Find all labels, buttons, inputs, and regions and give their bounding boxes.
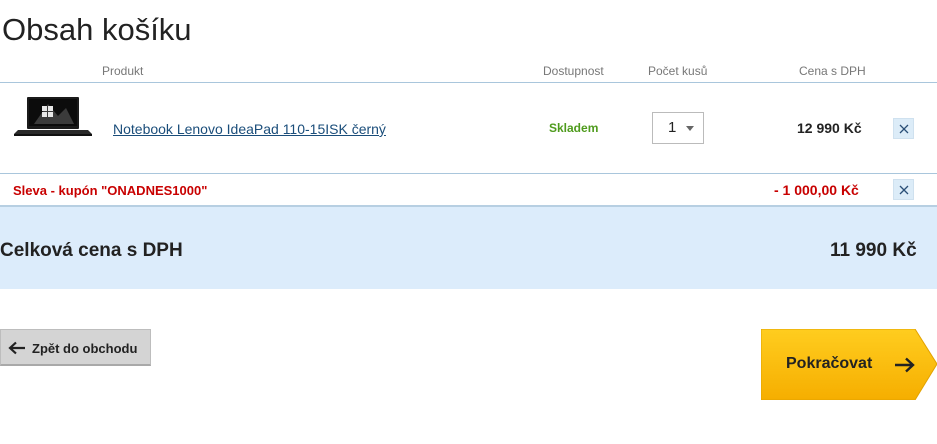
availability-status: Skladem	[549, 121, 599, 135]
back-button-label: Zpět do obchodu	[32, 341, 138, 356]
remove-item-button[interactable]	[893, 118, 914, 139]
back-to-shop-button[interactable]: Zpět do obchodu	[0, 329, 151, 366]
header-quantity: Počet kusů	[648, 64, 708, 78]
chevron-down-icon	[686, 126, 694, 131]
product-thumbnail[interactable]	[14, 96, 92, 136]
quantity-value: 1	[668, 119, 677, 136]
quantity-select[interactable]: 1	[652, 112, 704, 144]
arrow-left-icon	[8, 341, 25, 355]
product-link[interactable]: Notebook Lenovo IdeaPad 110-15ISK černý	[113, 121, 386, 137]
page-title: Obsah košíku	[2, 12, 192, 47]
header-product: Produkt	[102, 64, 144, 78]
cart-item-row: Notebook Lenovo IdeaPad 110-15ISK černý …	[0, 83, 937, 174]
close-icon	[899, 124, 909, 134]
remove-discount-button[interactable]	[893, 179, 914, 200]
discount-label: Sleva - kupón "ONADNES1000"	[13, 183, 208, 198]
continue-button[interactable]: Pokračovat	[761, 329, 937, 400]
total-label: Celková cena s DPH	[0, 240, 183, 261]
continue-button-label: Pokračovat	[786, 355, 873, 372]
cart-table-header: Produkt Dostupnost Počet kusů Cena s DPH	[0, 60, 937, 83]
close-icon	[899, 185, 909, 195]
arrow-right-icon	[895, 357, 915, 373]
total-summary: Celková cena s DPH 11 990 Kč	[0, 205, 937, 289]
header-price: Cena s DPH	[799, 64, 866, 78]
discount-value: - 1 000,00 Kč	[774, 182, 859, 198]
header-availability: Dostupnost	[543, 64, 604, 78]
item-price: 12 990 Kč	[797, 120, 862, 136]
discount-row: Sleva - kupón "ONADNES1000" - 1 000,00 K…	[0, 174, 937, 205]
total-value: 11 990 Kč	[830, 240, 917, 261]
